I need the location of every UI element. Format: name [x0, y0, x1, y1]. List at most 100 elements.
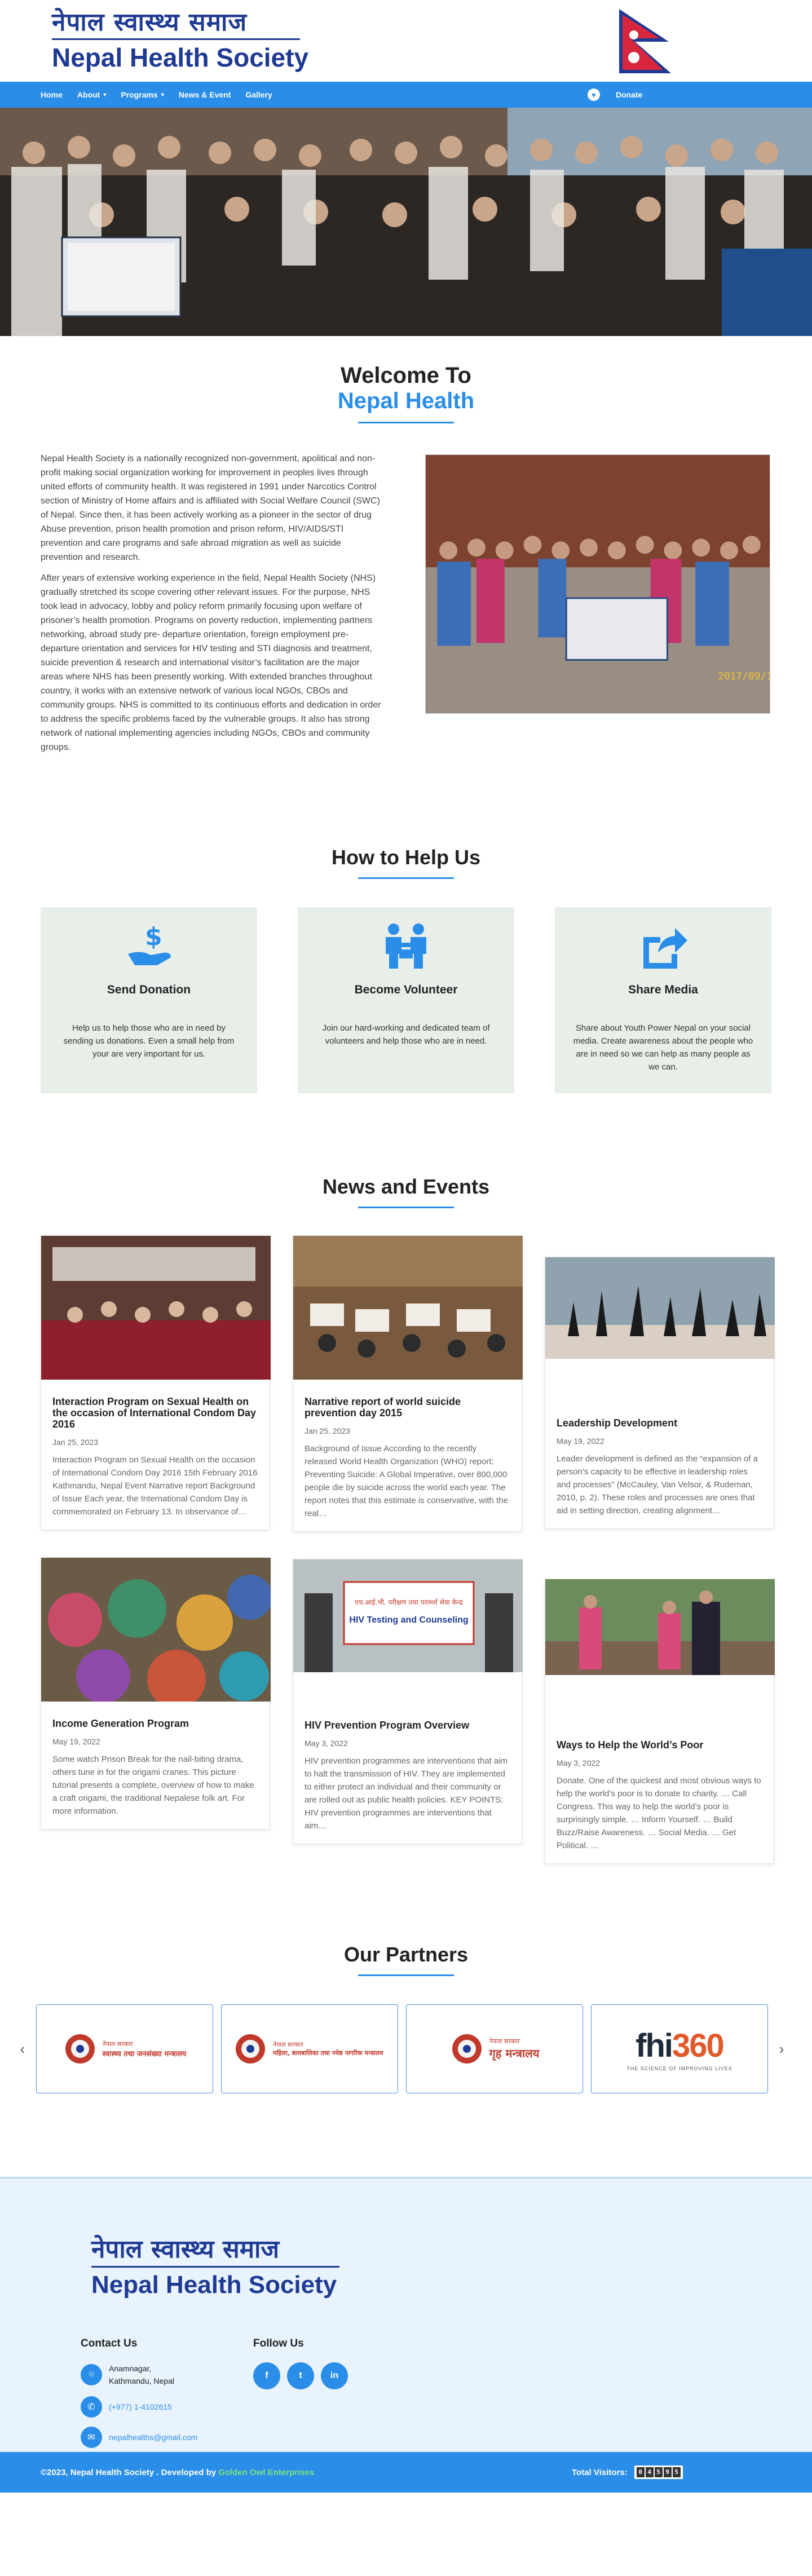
site-logo[interactable]: नेपाल स्वास्थ्य समाज Nepal Health Societ…: [52, 8, 308, 72]
mail-icon: ✉: [81, 2427, 102, 2448]
welcome-title-line1: Welcome To: [341, 363, 471, 388]
news-card-title[interactable]: Interaction Program on Sexual Health on …: [52, 1396, 258, 1430]
donate-button[interactable]: ♥ Donate: [588, 82, 642, 108]
news-card-date: May 19, 2022: [52, 1737, 100, 1746]
help-card-text: Share about Youth Power Nepal on your so…: [573, 1023, 753, 1072]
nav-news-label: News & Event: [178, 90, 231, 99]
nav-gallery-label: Gallery: [245, 90, 272, 99]
help-card-title: Become Volunteer: [354, 983, 458, 996]
donate-icon: ♥: [588, 89, 600, 101]
volunteers-icon: [298, 918, 514, 972]
follow-title: Follow Us: [253, 2338, 304, 2349]
site-header: नेपाल स्वास्थ्य समाज Nepal Health Societ…: [0, 0, 812, 82]
location-pin-icon: ⌾: [81, 2364, 102, 2385]
phone-number[interactable]: (+977) 1-4102615: [109, 2401, 172, 2413]
nav-gallery[interactable]: Gallery: [245, 90, 272, 99]
nav-news-event[interactable]: News & Event: [179, 90, 231, 99]
news-section: News and Events Interaction Program on S…: [0, 1093, 812, 1864]
nav-about[interactable]: About ▾: [77, 90, 106, 99]
news-card-image: [41, 1558, 272, 1708]
logo-english-text: Nepal Health Society: [52, 43, 309, 72]
help-card-title: Send Donation: [107, 983, 191, 996]
nav-home[interactable]: Home: [41, 90, 63, 99]
chevron-right-icon[interactable]: ›: [776, 2040, 787, 2058]
donate-label: Donate: [616, 90, 643, 99]
nav-programs-label: Programs: [121, 90, 158, 99]
partner-logo-fhi360[interactable]: fhi360 THE SCIENCE OF IMPROVING LIVES: [591, 2004, 768, 2093]
contact-email[interactable]: ✉ nepalhealths@gmail.com: [81, 2427, 197, 2448]
banner-nepali-text: एच.आई.भी. परीक्षण तथा परामर्श सेवा केन्द…: [355, 1598, 463, 1606]
news-card-title[interactable]: Income Generation Program: [52, 1718, 258, 1729]
donation-hand-icon: $: [41, 918, 257, 972]
help-card-volunteer[interactable]: Become Volunteer Join our hard-working a…: [298, 907, 514, 1093]
nepal-emblem-icon: [65, 2034, 95, 2064]
footer-logo[interactable]: नेपाल स्वास्थ्य समाज Nepal Health Societ…: [91, 2231, 339, 2299]
follow-block: Follow Us f t in: [253, 2338, 348, 2389]
news-card-date: May 3, 2022: [557, 1758, 601, 1768]
main-nav: Home About ▾ Programs ▾ News & Event Galle…: [0, 82, 812, 108]
partners-carousel: ‹ नेपाल सरकार स्वास्थ्य तथा जनसंख्या मन्त…: [0, 1976, 812, 2093]
news-card[interactable]: एच.आई.भी. परीक्षण तथा परामर्श सेवा केन्द…: [293, 1559, 523, 1844]
welcome-heading: Welcome To Nepal Health: [0, 336, 812, 423]
share-icon: [555, 918, 771, 972]
visitor-digit: 5: [654, 2467, 663, 2477]
welcome-body: Nepal Health Society is a nationally rec…: [0, 423, 812, 761]
footer-logo-nepali: नेपाल स्वास्थ्य समाज: [91, 2235, 280, 2264]
news-card[interactable]: Interaction Program on Sexual Health on …: [41, 1235, 271, 1530]
phone-icon: ✆: [81, 2396, 102, 2418]
help-section: How to Help Us $ Send Donation Help us t…: [0, 761, 812, 1093]
visitor-digit: 9: [663, 2467, 672, 2477]
developer-link[interactable]: Golden Owl Enterprises: [218, 2468, 314, 2477]
news-card-excerpt: Some watch Prison Break for the nail-bit…: [52, 1755, 254, 1816]
news-column: Narrative report of world suicide preven…: [293, 1235, 523, 1844]
photo-date-stamp: 2017/09/16: [718, 670, 770, 682]
news-card-title[interactable]: Ways to Help the World’s Poor: [557, 1739, 762, 1751]
logo-nepali-text: नेपाल स्वास्थ्य समाज: [52, 8, 248, 37]
news-card-image: [293, 1236, 523, 1380]
news-card[interactable]: Leadership Development May 19, 2022 Lead…: [545, 1257, 775, 1529]
news-card-date: Jan 25, 2023: [52, 1438, 98, 1447]
nepal-emblem-icon: [452, 2034, 482, 2064]
twitter-icon[interactable]: t: [287, 2362, 314, 2389]
partner-logo[interactable]: नेपाल सरकार गृह मन्त्रालय: [406, 2004, 583, 2093]
facebook-icon[interactable]: f: [253, 2362, 280, 2389]
news-card-date: May 3, 2022: [304, 1739, 348, 1748]
partner-logo[interactable]: नेपाल सरकार महिला, बालबालिका तथा ज्येष्ठ …: [221, 2004, 398, 2093]
site-footer: नेपाल स्वास्थ्य समाज Nepal Health Societ…: [0, 2177, 812, 2493]
visitor-digit: 5: [672, 2467, 681, 2477]
news-grid: Interaction Program on Sexual Health on …: [0, 1208, 812, 1864]
help-card-donation[interactable]: $ Send Donation Help us to help those wh…: [41, 907, 257, 1093]
help-card-text: Help us to help those who are in need by…: [63, 1023, 235, 1059]
fhi360-logo-main: fhi: [636, 2027, 673, 2064]
contact-phone[interactable]: ✆ (+977) 1-4102615: [81, 2396, 197, 2418]
news-column: Interaction Program on Sexual Health on …: [41, 1235, 272, 1830]
news-card-title[interactable]: HIV Prevention Program Overview: [304, 1720, 510, 1731]
email-link[interactable]: nepalhealths@gmail.com: [109, 2431, 197, 2444]
group-photo: [0, 108, 812, 336]
footer-logo-english: Nepal Health Society: [91, 2271, 337, 2299]
news-card[interactable]: Income Generation Program May 19, 2022 S…: [41, 1557, 272, 1830]
chevron-left-icon[interactable]: ‹: [17, 2040, 28, 2058]
news-card-excerpt: Interaction Program on Sexual Health on …: [52, 1455, 258, 1517]
partner-small-text: नेपाल सरकार: [489, 2038, 520, 2045]
visitors-label: Total Visitors:: [572, 2467, 628, 2477]
news-card-title[interactable]: Leadership Development: [557, 1417, 762, 1429]
welcome-group-photo: 2017/09/16: [425, 454, 770, 714]
chevron-down-icon: ▾: [103, 91, 107, 98]
partner-logo[interactable]: नेपाल सरकार स्वास्थ्य तथा जनसंख्या मन्त्र…: [36, 2004, 213, 2093]
partner-small-text: नेपाल सरकार: [102, 2040, 133, 2048]
news-card-image: एच.आई.भी. परीक्षण तथा परामर्श सेवा केन्द…: [293, 1559, 523, 1672]
news-card[interactable]: Ways to Help the World’s Poor May 3, 202…: [545, 1579, 775, 1864]
nav-about-label: About: [77, 90, 100, 99]
help-card-share[interactable]: Share Media Share about Youth Power Nepa…: [555, 907, 771, 1093]
contact-block: Contact Us ⌾ Anamnagar, Kathmandu, Nepal …: [81, 2338, 197, 2457]
address-line-2: Kathmandu, Nepal: [109, 2376, 174, 2385]
news-card-excerpt: Background of Issue According to the rec…: [304, 1444, 509, 1518]
welcome-paragraph-2: After years of extensive working experie…: [41, 573, 381, 752]
linkedin-icon[interactable]: in: [321, 2362, 348, 2389]
news-card[interactable]: Narrative report of world suicide preven…: [293, 1235, 523, 1532]
logo-rule: [52, 38, 300, 40]
nav-programs[interactable]: Programs ▾: [121, 90, 164, 99]
news-card-title[interactable]: Narrative report of world suicide preven…: [304, 1396, 510, 1419]
svg-text:$: $: [145, 922, 162, 951]
